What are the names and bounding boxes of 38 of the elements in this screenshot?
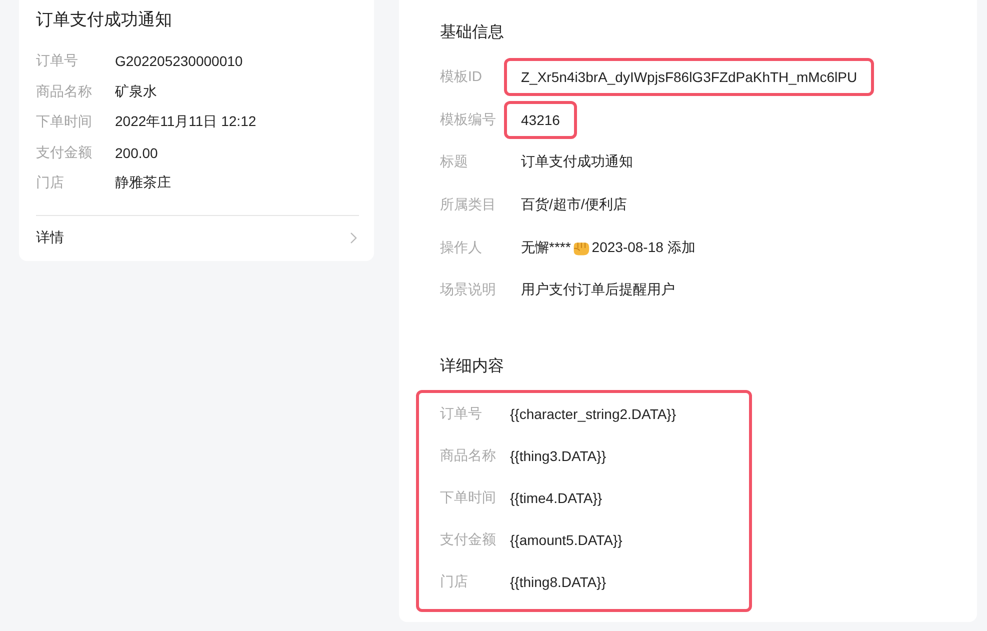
info-label: 标题 <box>440 153 469 172</box>
details-link[interactable]: 详情 <box>36 216 359 260</box>
field-label: 支付金额 <box>36 144 93 162</box>
template-variable: {{amount5.DATA}} <box>510 532 622 548</box>
info-label: 商品名称 <box>440 446 497 465</box>
operator-name: 无懈**** <box>521 238 571 257</box>
info-label: 所属类目 <box>440 196 497 214</box>
section-title: 基础信息 <box>440 22 504 43</box>
added-date-text: 2023-08-18 添加 <box>592 238 696 257</box>
info-value: 43216 <box>521 112 560 128</box>
field-label: 订单号 <box>36 52 79 70</box>
info-value: 用户支付订单后提醒用户 <box>521 281 675 300</box>
info-value: 百货/超市/便利店 <box>521 196 627 214</box>
card-title: 订单支付成功通知 <box>36 9 172 31</box>
info-value: 订单支付成功通知 <box>521 153 633 172</box>
template-variable: {{time4.DATA}} <box>510 490 602 506</box>
field-value: 矿泉水 <box>115 82 157 101</box>
field-label: 商品名称 <box>36 82 93 101</box>
field-label: 门店 <box>36 174 65 192</box>
info-label: 订单号 <box>440 404 483 423</box>
chevron-right-icon <box>350 232 357 244</box>
field-value: G202205230000010 <box>115 53 243 70</box>
field-value: 2022年11月11日 12:12 <box>115 113 256 132</box>
info-label: 场景说明 <box>440 281 497 300</box>
info-value: Z_Xr5n4i3brA_dyIWpjsF86lG3FZdPaKhTH_mMc6lPU <box>521 69 858 86</box>
field-value: 200.00 <box>115 144 158 161</box>
info-label: 操作人 <box>440 238 483 257</box>
info-label: 门店 <box>440 572 469 591</box>
info-label: 模板编号 <box>440 110 497 129</box>
section-title: 详细内容 <box>440 356 504 377</box>
info-label: 下单时间 <box>440 488 497 507</box>
template-variable: {{thing8.DATA}} <box>510 574 606 590</box>
field-label: 下单时间 <box>36 113 93 132</box>
info-label: 模板ID <box>440 68 483 86</box>
template-variable: {{character_string2.DATA}} <box>510 406 676 422</box>
template-variable: {{thing3.DATA}} <box>510 448 606 464</box>
field-value: 静雅茶庄 <box>115 174 171 192</box>
info-label: 支付金额 <box>440 530 497 549</box>
